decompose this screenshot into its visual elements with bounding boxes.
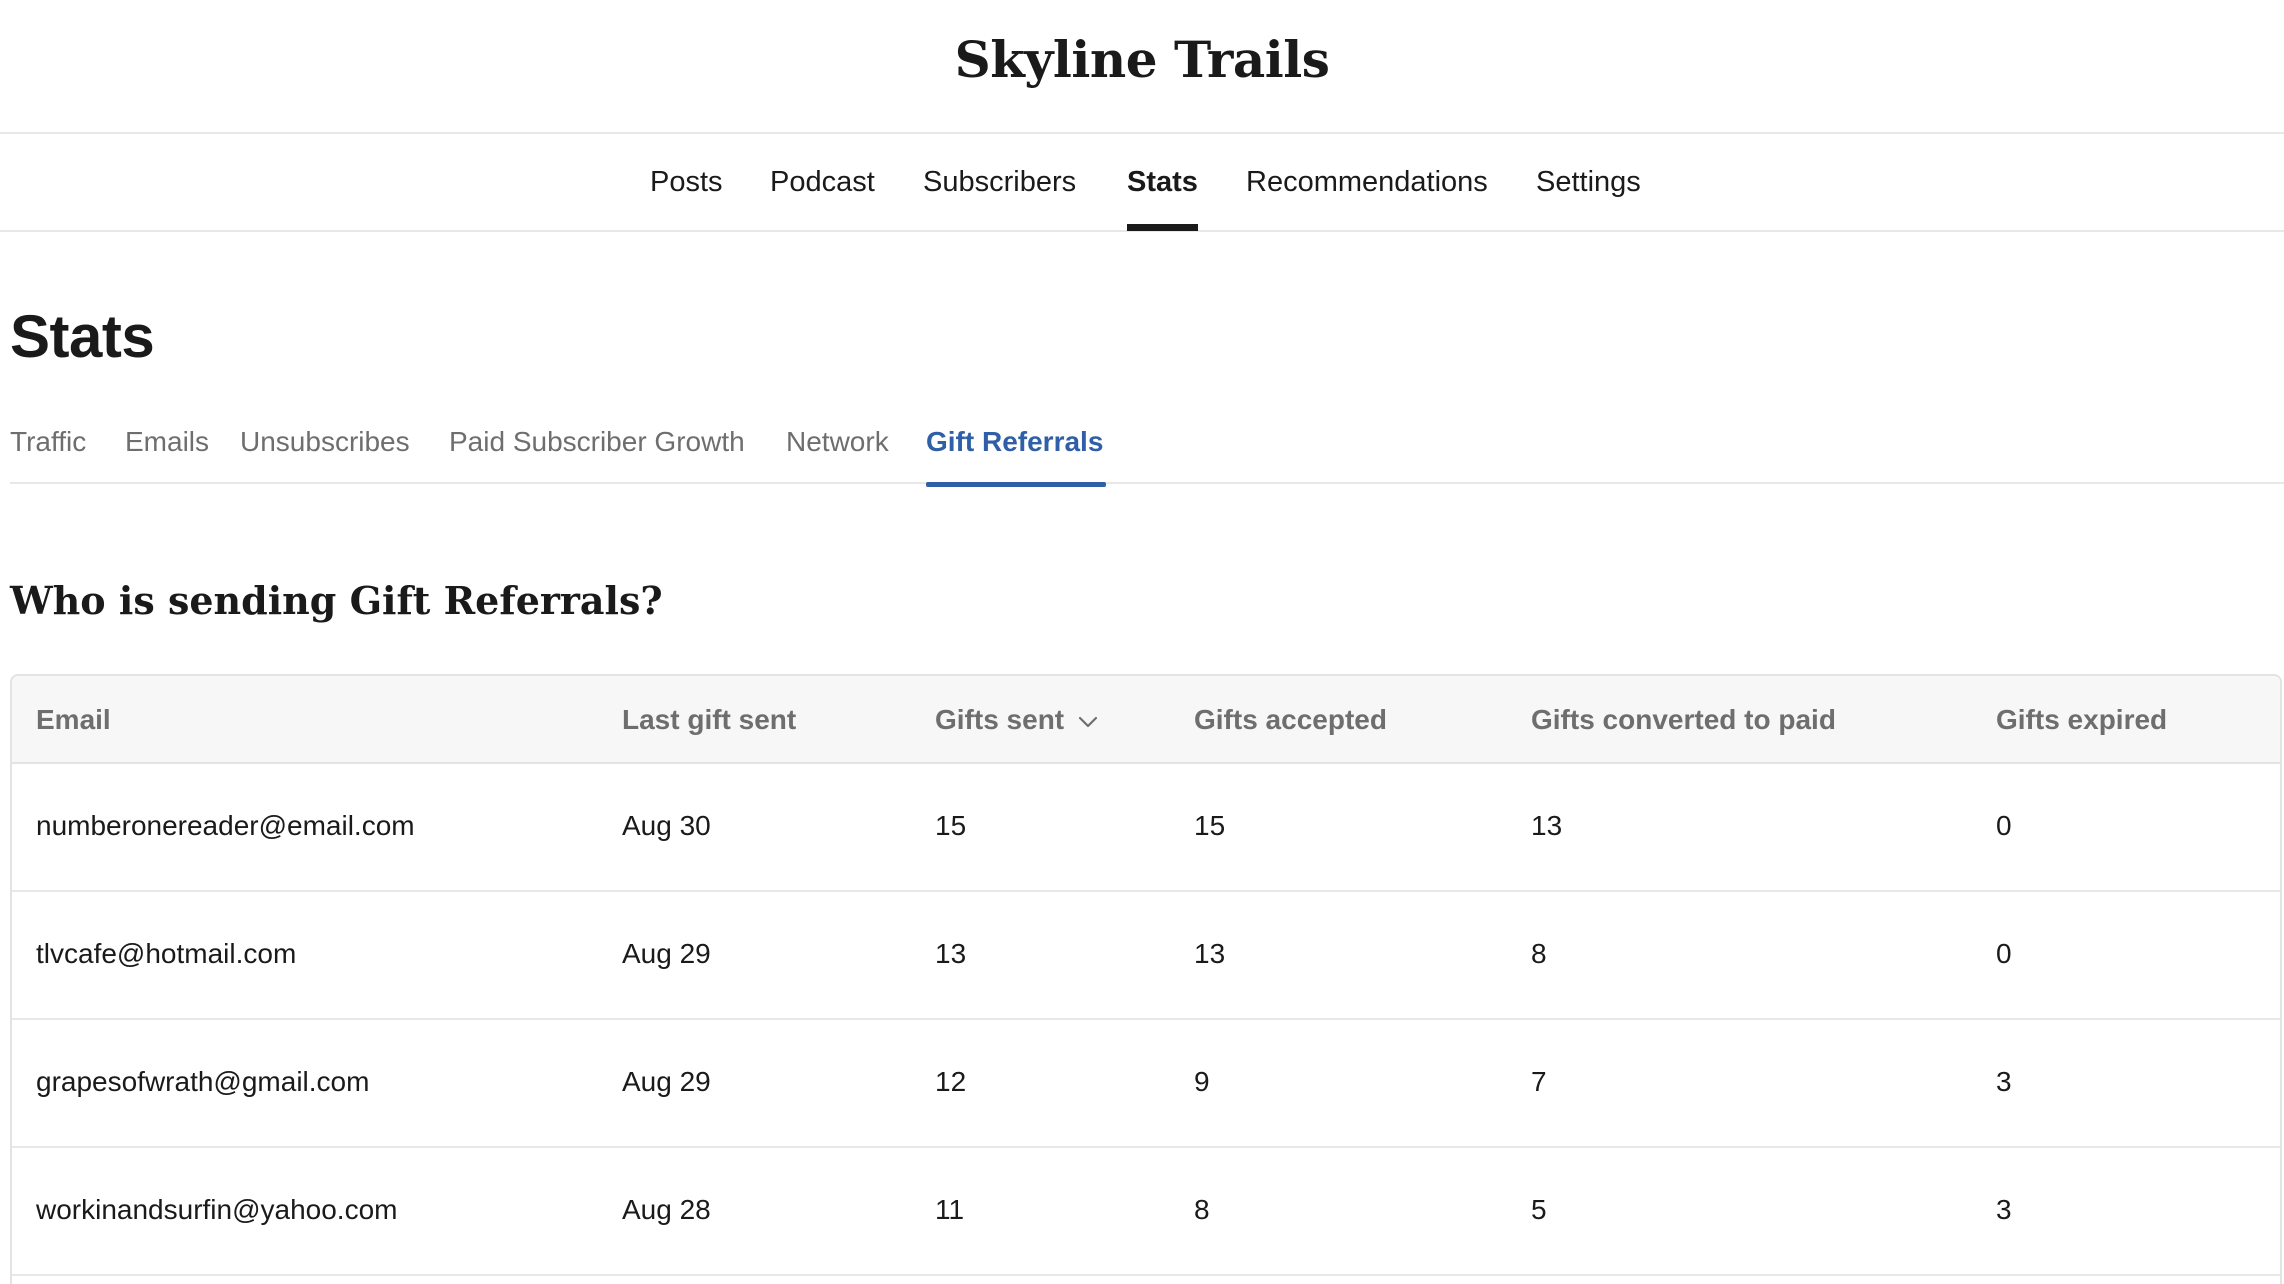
cell-gifts-expired: 3 <box>1996 1194 2012 1225</box>
nav-active-indicator <box>1127 224 1198 231</box>
cell-email: tlvcafe@hotmail.com <box>36 938 297 969</box>
nav-item-recommendations[interactable]: Recommendations <box>1246 166 1488 199</box>
tab-gift-referrals[interactable]: Gift Referrals <box>926 426 1103 458</box>
table-row[interactable]: workinandsurfin@yahoo.com Aug 28 11 8 5 … <box>12 1148 2280 1276</box>
column-header-gifts-converted[interactable]: Gifts converted to paid <box>1531 704 1836 736</box>
site-header: Skyline Trails <box>0 0 2284 134</box>
chevron-down-icon <box>1078 703 1098 735</box>
page-title: Stats <box>10 303 155 370</box>
cell-email: grapesofwrath@gmail.com <box>36 1066 370 1097</box>
column-header-gifts-sent[interactable]: Gifts sent <box>935 704 1098 736</box>
tab-traffic[interactable]: Traffic <box>10 426 86 458</box>
cell-email: workinandsurfin@yahoo.com <box>36 1194 398 1225</box>
tab-emails[interactable]: Emails <box>125 426 209 458</box>
cell-gifts-sent: 12 <box>935 1066 967 1097</box>
cell-gifts-converted: 5 <box>1531 1194 1547 1225</box>
nav-item-stats[interactable]: Stats <box>1127 166 1198 199</box>
nav-item-settings[interactable]: Settings <box>1536 166 1641 199</box>
table-row[interactable]: numberonereader@email.com Aug 30 15 15 1… <box>12 764 2280 892</box>
site-title[interactable]: Skyline Trails <box>0 30 2284 89</box>
subtab-active-indicator <box>926 482 1106 487</box>
tab-network[interactable]: Network <box>786 426 889 458</box>
cell-last-gift-sent: Aug 28 <box>622 1194 711 1225</box>
cell-gifts-sent: 11 <box>935 1194 965 1225</box>
cell-email: numberonereader@email.com <box>36 810 415 841</box>
cell-gifts-expired: 0 <box>1996 810 2012 841</box>
nav-item-posts[interactable]: Posts <box>650 166 723 199</box>
cell-gifts-converted: 13 <box>1531 810 1563 841</box>
nav-item-podcast[interactable]: Podcast <box>770 166 875 199</box>
cell-gifts-expired: 0 <box>1996 938 2012 969</box>
column-header-gifts-expired[interactable]: Gifts expired <box>1996 704 2167 736</box>
tab-paid-subscriber-growth[interactable]: Paid Subscriber Growth <box>449 426 745 458</box>
section-heading: Who is sending Gift Referrals? <box>10 578 663 623</box>
gift-referrals-table: Email Last gift sent Gifts sent Gifts ac… <box>10 674 2282 1284</box>
cell-gifts-accepted: 9 <box>1194 1066 1210 1097</box>
cell-gifts-sent: 13 <box>935 938 967 969</box>
cell-last-gift-sent: Aug 30 <box>622 810 711 841</box>
nav-item-subscribers[interactable]: Subscribers <box>923 166 1076 199</box>
table-header: Email Last gift sent Gifts sent Gifts ac… <box>12 676 2280 764</box>
top-nav: Posts Podcast Subscribers Stats Recommen… <box>0 134 2284 232</box>
column-header-gifts-accepted[interactable]: Gifts accepted <box>1194 704 1387 736</box>
cell-gifts-accepted: 15 <box>1194 810 1226 841</box>
tab-unsubscribes[interactable]: Unsubscribes <box>240 426 410 458</box>
table-row[interactable]: tlvcafe@hotmail.com Aug 29 13 13 8 0 <box>12 892 2280 1020</box>
cell-gifts-accepted: 13 <box>1194 938 1226 969</box>
cell-last-gift-sent: Aug 29 <box>622 938 711 969</box>
cell-gifts-converted: 7 <box>1531 1066 1547 1097</box>
stats-subtabs: Traffic Emails Unsubscribes Paid Subscri… <box>10 400 2284 487</box>
cell-gifts-accepted: 8 <box>1194 1194 1210 1225</box>
cell-last-gift-sent: Aug 29 <box>622 1066 711 1097</box>
cell-gifts-expired: 3 <box>1996 1066 2012 1097</box>
cell-gifts-converted: 8 <box>1531 938 1547 969</box>
column-header-last-gift-sent[interactable]: Last gift sent <box>622 704 796 736</box>
table-row[interactable]: grapesofwrath@gmail.com Aug 29 12 9 7 3 <box>12 1020 2280 1148</box>
column-header-email[interactable]: Email <box>36 704 111 736</box>
column-header-gifts-sent-label: Gifts sent <box>935 704 1065 735</box>
cell-gifts-sent: 15 <box>935 810 967 841</box>
